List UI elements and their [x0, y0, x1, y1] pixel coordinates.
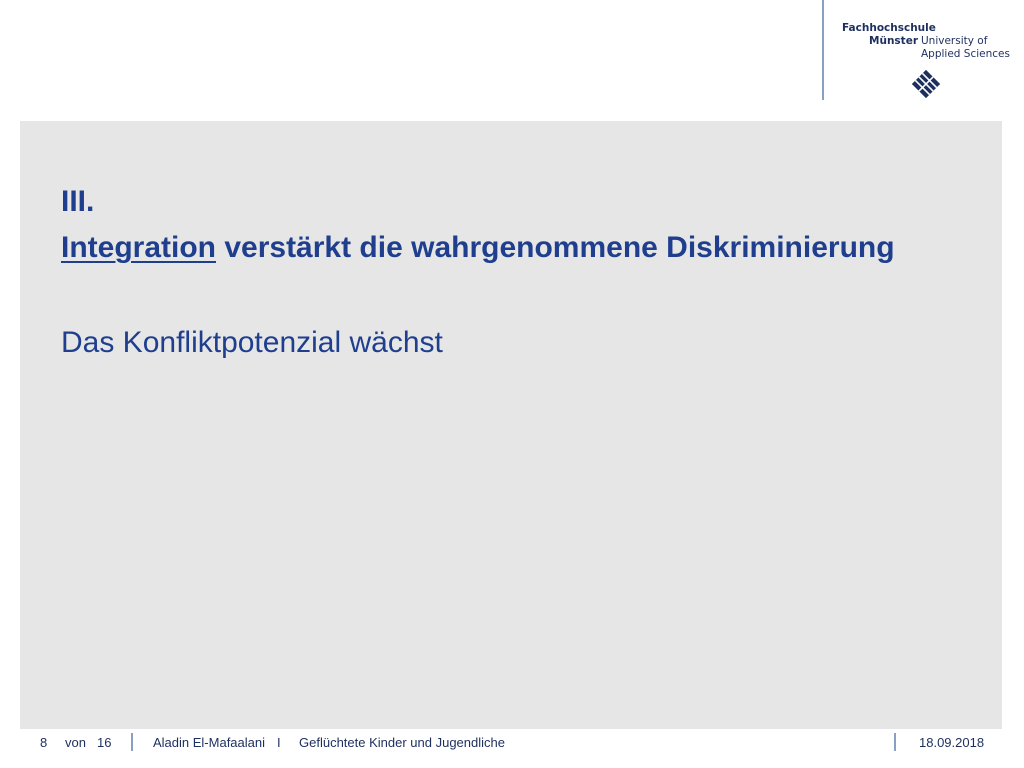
slide-title: Integration verstärkt die wahrgenommene … [61, 231, 895, 265]
logo-text-right: University of Applied Sciences [921, 35, 1010, 61]
logo-line-university-of: University of [921, 35, 988, 47]
slide-footer: 8 von 16 Aladin El-Mafaalani I Geflüchte… [0, 733, 1024, 763]
slide-title-rest: verstärkt die wahrgenommene Diskriminier… [216, 231, 895, 264]
footer-divider: I [277, 735, 281, 750]
logo-line-applied-sciences: Applied Sciences [921, 48, 1010, 60]
footer-author: Aladin El-Mafaalani [153, 735, 266, 750]
footer-separator [131, 733, 133, 751]
slide-title-numeral: III. [61, 185, 95, 218]
logo-text-left: Fachhochschule Münster [842, 22, 936, 48]
university-emblem-icon [912, 70, 940, 98]
footer-page-current: 8 [40, 735, 48, 750]
slide-title-underlined-word: Integration [61, 231, 216, 264]
footer-separator [894, 733, 896, 751]
logo-line-muenster: Münster [869, 35, 918, 47]
footer-page-of: von [65, 735, 86, 750]
footer-date: 18.09.2018 [919, 735, 985, 750]
slide-content-panel [20, 121, 1002, 729]
header-vertical-rule [822, 0, 824, 100]
logo-line-fachhochschule: Fachhochschule [842, 22, 936, 34]
slide-subtitle: Das Konfliktpotenzial wächst [61, 326, 443, 359]
footer-topic: Geflüchtete Kinder und Jugendliche [299, 735, 505, 750]
footer-page-total: 16 [97, 735, 112, 750]
